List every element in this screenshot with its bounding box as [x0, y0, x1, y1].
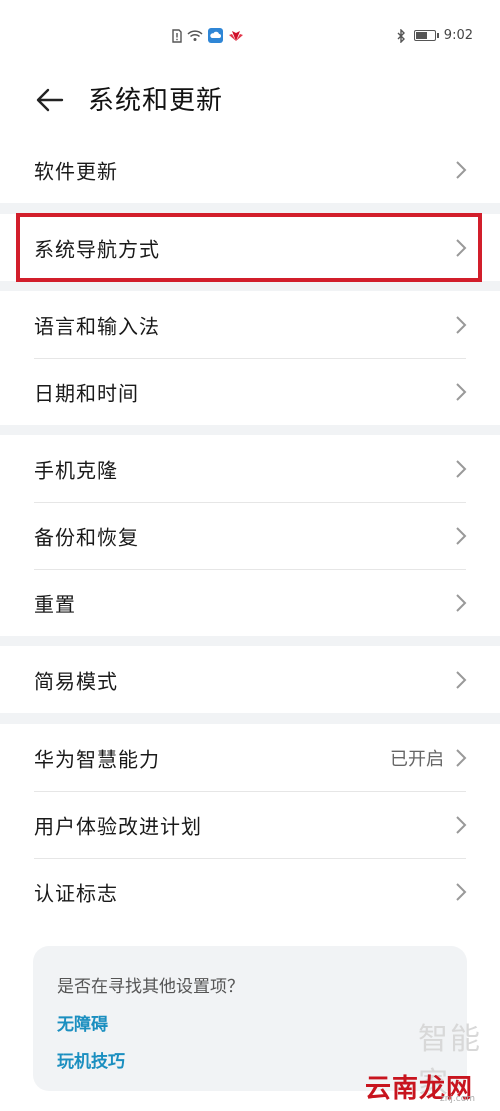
menu-item-label: 用户体验改进计划: [34, 814, 202, 838]
chevron-right-icon: [456, 670, 467, 689]
chevron-right-icon: [456, 382, 467, 401]
status-time: 9:02: [443, 28, 473, 43]
menu-item-label: 重置: [34, 592, 76, 616]
menu-item-software-update[interactable]: 软件更新: [0, 136, 500, 203]
status-icons-right: 9:02: [397, 28, 473, 43]
menu-item-label: 日期和时间: [34, 381, 139, 405]
menu-item-label: 备份和恢复: [34, 525, 139, 549]
menu-item-reset[interactable]: 重置: [0, 569, 500, 636]
suggestion-link-accessibility[interactable]: 无障碍: [57, 1010, 108, 1035]
menu-item-user-experience[interactable]: 用户体验改进计划: [0, 791, 500, 858]
menu-item-label: 语言和输入法: [34, 314, 160, 338]
chevron-right-icon: [456, 238, 467, 257]
chevron-right-icon: [456, 748, 467, 767]
status-bar: 9:02: [0, 0, 500, 72]
group-simple-mode: 简易模式: [0, 646, 500, 713]
bluetooth-icon: [397, 28, 405, 43]
menu-item-huawei-ability[interactable]: 华为智慧能力 已开启: [0, 724, 500, 791]
menu-item-label: 软件更新: [34, 159, 118, 183]
watermark-sub: znj.com: [440, 1094, 476, 1104]
status-icons-center: [172, 28, 244, 43]
menu-item-system-navigation[interactable]: 系统导航方式: [0, 214, 500, 281]
menu-item-label: 系统导航方式: [34, 237, 160, 261]
menu-item-value: 已开启: [390, 748, 444, 770]
settings-screen: 9:02 系统和更新 软件更新 系统导航方式 语言和输入法 日期和时间 手机克隆…: [0, 0, 500, 1111]
chevron-right-icon: [456, 882, 467, 901]
sim-alert-icon: [172, 28, 182, 43]
chevron-right-icon: [456, 315, 467, 334]
suggestion-link-tips[interactable]: 玩机技巧: [57, 1047, 125, 1072]
chevron-right-icon: [456, 593, 467, 612]
wifi-icon: [187, 30, 203, 41]
menu-item-label: 华为智慧能力: [34, 747, 160, 771]
suggestions-question: 是否在寻找其他设置项？: [57, 977, 244, 997]
group-misc: 华为智慧能力 已开启 用户体验改进计划 认证标志: [0, 724, 500, 925]
group-language-date: 语言和输入法 日期和时间: [0, 291, 500, 425]
menu-item-label: 简易模式: [34, 669, 118, 693]
menu-item-date-time[interactable]: 日期和时间: [0, 358, 500, 425]
menu-item-simple-mode[interactable]: 简易模式: [0, 646, 500, 713]
group-software: 软件更新: [0, 136, 500, 203]
menu-item-label: 认证标志: [34, 881, 118, 905]
menu-item-language-input[interactable]: 语言和输入法: [0, 291, 500, 358]
arrow-left-icon[interactable]: [34, 84, 66, 116]
menu-item-certification[interactable]: 认证标志: [0, 858, 500, 925]
chevron-right-icon: [456, 815, 467, 834]
menu-item-label: 手机克隆: [34, 458, 118, 482]
cloud-icon: [208, 28, 223, 43]
huawei-logo-icon: [229, 30, 243, 41]
page-header: 系统和更新: [0, 72, 500, 136]
group-backup: 手机克隆 备份和恢复 重置: [0, 435, 500, 636]
menu-item-backup-restore[interactable]: 备份和恢复: [0, 502, 500, 569]
menu-item-phone-clone[interactable]: 手机克隆: [0, 435, 500, 502]
page-title: 系统和更新: [88, 86, 224, 116]
battery-icon: [413, 30, 439, 41]
chevron-right-icon: [456, 459, 467, 478]
group-navigation: 系统导航方式: [0, 214, 500, 281]
chevron-right-icon: [456, 526, 467, 545]
chevron-right-icon: [456, 160, 467, 179]
